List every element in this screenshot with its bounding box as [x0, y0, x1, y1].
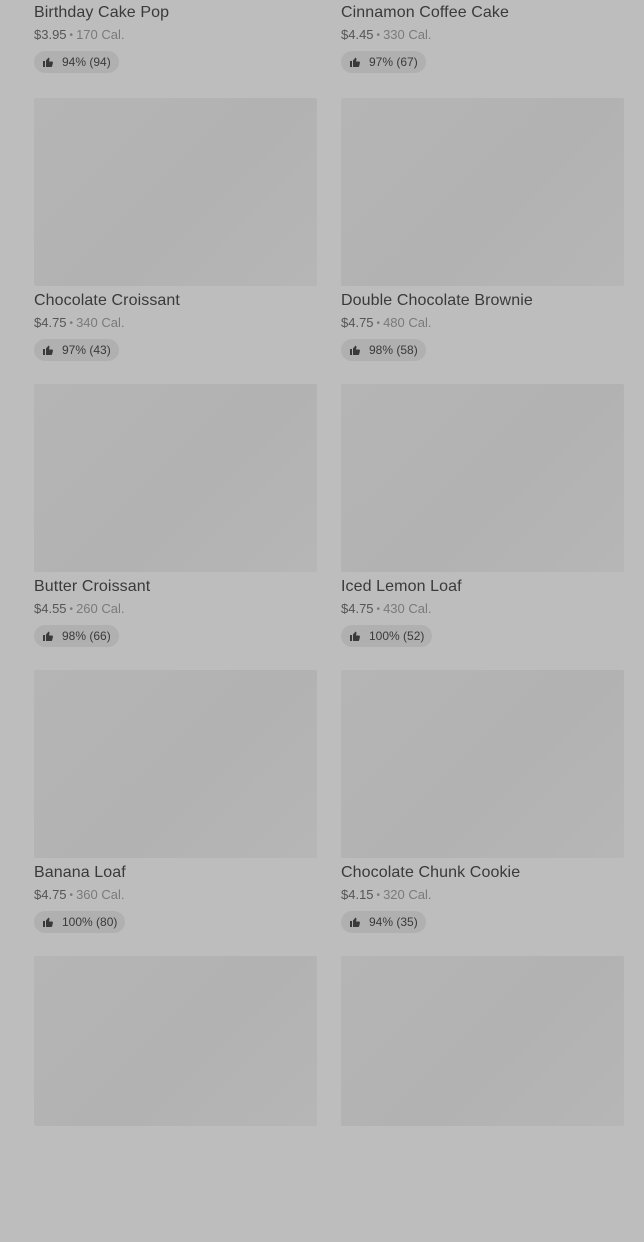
- menu-item-name: Birthday Cake Pop: [34, 4, 170, 21]
- rating-badge: 98% (58): [341, 339, 426, 361]
- menu-item-price: $4.55: [34, 601, 67, 616]
- menu-item-price: $4.45: [341, 27, 374, 42]
- menu-item-name: Double Chocolate Brownie: [341, 292, 533, 309]
- menu-item-image[interactable]: [34, 98, 317, 286]
- separator-dot: •: [69, 318, 74, 329]
- menu-item-price: $3.95: [34, 27, 67, 42]
- rating-badge: 97% (67): [341, 51, 426, 73]
- menu-item-price: $4.15: [341, 887, 374, 902]
- menu-item-card[interactable]: [34, 956, 317, 1242]
- menu-item-name: Iced Lemon Loaf: [341, 578, 462, 595]
- menu-item-calories: 480 Cal.: [383, 315, 432, 330]
- rating-text: 97% (43): [62, 343, 111, 357]
- menu-item-calories: 360 Cal.: [76, 887, 125, 902]
- menu-item-name: Banana Loaf: [34, 864, 126, 881]
- rating-badge: 97% (43): [34, 339, 119, 361]
- separator-dot: •: [69, 604, 74, 615]
- rating-text: 98% (66): [62, 629, 111, 643]
- menu-item-card[interactable]: Butter Croissant $4.55 • 260 Cal. 98% (66): [34, 384, 317, 670]
- menu-item-price: $4.75: [341, 601, 374, 616]
- thumbs-up-icon: [43, 917, 53, 927]
- menu-item-meta: $3.95 • 170 Cal.: [34, 26, 317, 45]
- thumbs-up-icon: [350, 57, 360, 67]
- rating-text: 94% (35): [369, 915, 418, 929]
- rating-text: 98% (58): [369, 343, 418, 357]
- rating-text: 94% (94): [62, 55, 111, 69]
- separator-dot: •: [376, 890, 381, 901]
- menu-item-image[interactable]: [341, 670, 624, 858]
- menu-item-name: Butter Croissant: [34, 578, 151, 595]
- menu-item-info: Double Chocolate Brownie $4.75 • 480 Cal. …: [341, 286, 624, 361]
- menu-item-card[interactable]: Birthday Cake Pop $3.95 • 170 Cal. 94% (94…: [34, 0, 317, 98]
- menu-item-card[interactable]: Chocolate Croissant $4.75 • 340 Cal. 97% (…: [34, 98, 317, 384]
- menu-item-calories: 260 Cal.: [76, 601, 125, 616]
- menu-item-card[interactable]: Cinnamon Coffee Cake $4.45 • 330 Cal. 97% …: [341, 0, 624, 98]
- menu-item-calories: 330 Cal.: [383, 27, 432, 42]
- menu-item-info: Banana Loaf $4.75 • 360 Cal. 100% (80): [34, 858, 317, 933]
- menu-item-name: Cinnamon Coffee Cake: [341, 4, 510, 21]
- menu-item-info: Chocolate Chunk Cookie $4.15 • 320 Cal. 94…: [341, 858, 624, 933]
- menu-item-meta: $4.75 • 480 Cal.: [341, 314, 624, 333]
- menu-item-image[interactable]: [341, 956, 624, 1126]
- menu-item-calories: 340 Cal.: [76, 315, 125, 330]
- thumbs-up-icon: [350, 345, 360, 355]
- menu-item-calories: 170 Cal.: [76, 27, 125, 42]
- thumbs-up-icon: [43, 631, 53, 641]
- menu-item-info: Birthday Cake Pop $3.95 • 170 Cal. 94% (94…: [34, 0, 317, 73]
- menu-item-image[interactable]: [34, 384, 317, 572]
- thumbs-up-icon: [43, 57, 53, 67]
- thumbs-up-icon: [350, 917, 360, 927]
- menu-item-meta: $4.15 • 320 Cal.: [341, 886, 624, 905]
- menu-item-info: Iced Lemon Loaf $4.75 • 430 Cal. 100% (52): [341, 572, 624, 647]
- rating-text: 100% (80): [62, 915, 118, 929]
- menu-item-meta: $4.55 • 260 Cal.: [34, 600, 317, 619]
- menu-item-info: Butter Croissant $4.55 • 260 Cal. 98% (66): [34, 572, 317, 647]
- menu-item-image[interactable]: [34, 956, 317, 1126]
- menu-item-card[interactable]: Chocolate Chunk Cookie $4.15 • 320 Cal. 94…: [341, 670, 624, 956]
- separator-dot: •: [376, 318, 381, 329]
- menu-item-image[interactable]: [34, 670, 317, 858]
- menu-item-card[interactable]: Iced Lemon Loaf $4.75 • 430 Cal. 100% (52): [341, 384, 624, 670]
- menu-item-calories: 320 Cal.: [383, 887, 432, 902]
- menu-item-image[interactable]: [341, 384, 624, 572]
- menu-item-card[interactable]: [341, 956, 624, 1242]
- rating-text: 100% (52): [369, 629, 425, 643]
- separator-dot: •: [69, 30, 74, 41]
- menu-item-price: $4.75: [34, 315, 67, 330]
- menu-item-meta: $4.75 • 360 Cal.: [34, 886, 317, 905]
- thumbs-up-icon: [43, 345, 53, 355]
- menu-item-meta: $4.75 • 430 Cal.: [341, 600, 624, 619]
- separator-dot: •: [376, 30, 381, 41]
- rating-badge: 100% (52): [341, 625, 433, 647]
- menu-item-price: $4.75: [341, 315, 374, 330]
- rating-badge: 98% (66): [34, 625, 119, 647]
- menu-item-name: Chocolate Croissant: [34, 292, 180, 309]
- menu-item-info: Chocolate Croissant $4.75 • 340 Cal. 97% (…: [34, 286, 317, 361]
- separator-dot: •: [69, 890, 74, 901]
- rating-text: 97% (67): [369, 55, 418, 69]
- menu-item-name: Chocolate Chunk Cookie: [341, 864, 521, 881]
- menu-item-image[interactable]: [341, 98, 624, 286]
- rating-badge: 94% (35): [341, 911, 426, 933]
- menu-items-grid: Birthday Cake Pop $3.95 • 170 Cal. 94% (94…: [34, 0, 624, 1242]
- menu-item-meta: $4.75 • 340 Cal.: [34, 314, 317, 333]
- menu-item-calories: 430 Cal.: [383, 601, 432, 616]
- menu-item-card[interactable]: Banana Loaf $4.75 • 360 Cal. 100% (80): [34, 670, 317, 956]
- rating-badge: 100% (80): [34, 911, 126, 933]
- menu-item-price: $4.75: [34, 887, 67, 902]
- menu-item-card[interactable]: Double Chocolate Brownie $4.75 • 480 Cal. …: [341, 98, 624, 384]
- separator-dot: •: [376, 604, 381, 615]
- thumbs-up-icon: [350, 631, 360, 641]
- rating-badge: 94% (94): [34, 51, 119, 73]
- menu-item-info: Cinnamon Coffee Cake $4.45 • 330 Cal. 97% …: [341, 0, 624, 73]
- menu-item-meta: $4.45 • 330 Cal.: [341, 26, 624, 45]
